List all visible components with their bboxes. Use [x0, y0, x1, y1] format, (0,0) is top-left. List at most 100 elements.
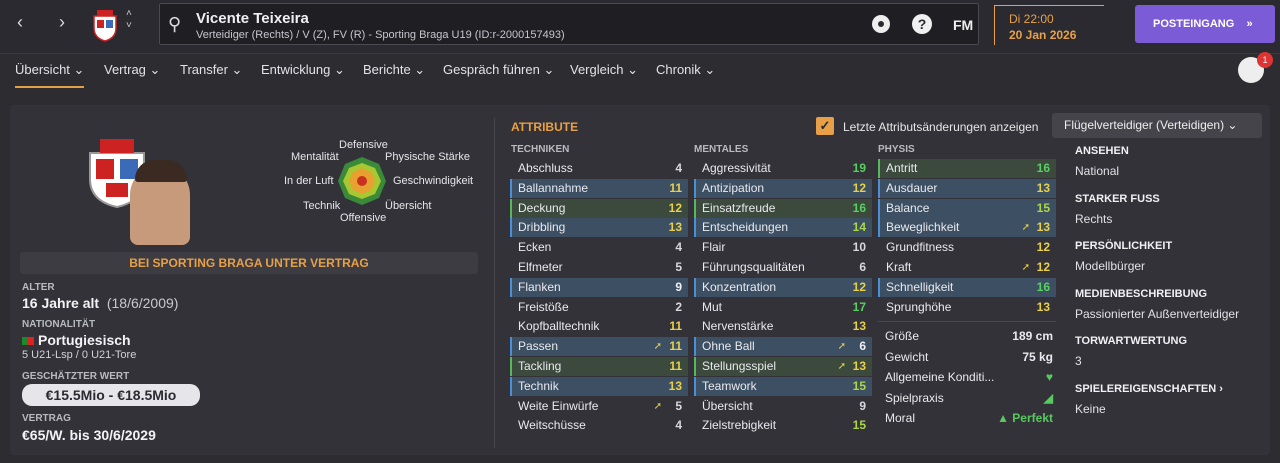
- show-changes-checkbox[interactable]: ✓: [816, 117, 834, 135]
- attribute-row-mental[interactable]: Antizipation 12: [694, 178, 872, 198]
- attribute-value: 13: [852, 319, 866, 334]
- help-icon[interactable]: ?: [912, 14, 932, 34]
- attribute-row-technik[interactable]: Tackling 11: [510, 357, 688, 376]
- radar-label-defensive: Defensive: [339, 139, 388, 151]
- trend-up-icon: ➚: [653, 341, 662, 353]
- trend-up-icon: ➚: [1021, 262, 1030, 273]
- attribute-value: 13: [668, 378, 682, 393]
- attribute-name: Ausdauer: [886, 180, 938, 195]
- attribute-row-technik[interactable]: Passen 11 ➚: [510, 337, 688, 357]
- tab-reports[interactable]: Berichte ⌄: [363, 62, 425, 78]
- info-value: Modellbürger: [1075, 259, 1146, 274]
- attribute-row-technik[interactable]: Abschluss 4: [510, 159, 688, 178]
- attribute-row-physis[interactable]: Ausdauer 13: [878, 178, 1056, 198]
- tab-contract[interactable]: Vertrag ⌄: [104, 62, 160, 78]
- back-icon[interactable]: ‹: [10, 12, 30, 33]
- attribute-row-physis[interactable]: Antritt 16: [878, 159, 1056, 178]
- ball-icon[interactable]: [871, 14, 891, 34]
- info-heading[interactable]: SPIELEREIGENSCHAFTEN ›: [1075, 383, 1223, 395]
- attribute-row-mental[interactable]: Nervenstärke 13: [694, 317, 872, 336]
- attribute-row-mental[interactable]: Übersicht 9: [694, 397, 872, 416]
- attribute-row-mental[interactable]: Entscheidungen 14: [694, 218, 872, 238]
- player-name: Vicente Teixeira: [196, 10, 309, 27]
- info-value: 3: [1075, 354, 1082, 369]
- tab-talk[interactable]: Gespräch führen ⌄: [443, 62, 554, 78]
- attribute-name: Elfmeter: [518, 260, 563, 274]
- attribute-row-physis[interactable]: Sprunghöhe 13: [878, 298, 1056, 317]
- attribute-value: 5: [675, 398, 682, 413]
- notification-badge: 1: [1257, 52, 1273, 68]
- attribute-row-technik[interactable]: Ballannahme 11: [510, 178, 688, 198]
- club-crest-icon[interactable]: [92, 8, 118, 42]
- tab-compare[interactable]: Vergleich ⌄: [570, 62, 638, 78]
- attribute-row-technik[interactable]: Technik 13: [510, 376, 688, 396]
- attribute-row-mental[interactable]: Einsatzfreude 16: [694, 198, 872, 218]
- attribute-row-technik[interactable]: Elfmeter 5: [510, 258, 688, 277]
- nationality-value[interactable]: Portugiesisch: [22, 332, 131, 348]
- attribute-name: Flanken: [518, 279, 561, 294]
- attribute-name: Flair: [702, 240, 726, 255]
- attribute-name: Kopfballtechnik: [518, 319, 600, 334]
- attribute-row-technik[interactable]: Deckung 12: [510, 198, 688, 218]
- radar-label-technique: Technik: [303, 200, 341, 212]
- nationality-label: NATIONALITÄT: [22, 319, 96, 330]
- attribute-value: 13: [1036, 299, 1050, 314]
- player-search-box[interactable]: ⚲ Vicente Teixeira Verteidiger (Rechts) …: [159, 3, 979, 45]
- attribute-name: Technik: [518, 378, 559, 393]
- attribute-row-mental[interactable]: Führungsqualitäten 6: [694, 258, 872, 277]
- physical-info-label: Größe: [885, 329, 920, 343]
- role-select[interactable]: Flügelverteidiger (Verteidigen) ⌄: [1052, 113, 1262, 138]
- attribute-value: 10: [852, 240, 866, 255]
- attribute-row-mental[interactable]: Aggressivität 19: [694, 159, 872, 178]
- attribute-row-technik[interactable]: Kopfballtechnik 11: [510, 317, 688, 336]
- attribute-row-mental[interactable]: Teamwork 15: [694, 376, 872, 396]
- attribute-row-technik[interactable]: Dribbling 13: [510, 218, 688, 238]
- attribute-row-physis[interactable]: Kraft 12 ➚: [878, 258, 1056, 277]
- attribute-name: Abschluss: [518, 161, 573, 175]
- attribute-value: 16: [1036, 279, 1050, 294]
- attribute-name: Freistöße: [518, 299, 569, 314]
- attribute-row-physis[interactable]: Balance 15: [878, 198, 1056, 218]
- fm-logo[interactable]: FM: [953, 17, 973, 33]
- attribute-name: Balance: [886, 200, 930, 215]
- attribute-row-technik[interactable]: Weitschüsse 4: [510, 416, 688, 435]
- search-icon[interactable]: ⚲: [168, 14, 181, 35]
- trend-up-icon: ➚: [1021, 222, 1030, 234]
- player-hair: [135, 160, 187, 182]
- physical-info-value: 189 cm: [1012, 329, 1053, 343]
- attribute-name: Antritt: [886, 161, 918, 175]
- top-bar: ‹ › ˄ ˅ ⚲ Vicente Teixeira Verteidiger (R…: [0, 0, 1280, 54]
- attribute-row-technik[interactable]: Flanken 9: [510, 277, 688, 297]
- player-description: Verteidiger (Rechts) / V (Z), FV (R) - S…: [196, 29, 565, 41]
- attribute-name: Führungsqualitäten: [702, 260, 805, 274]
- attribute-row-technik[interactable]: Weite Einwürfe 5 ➚: [510, 397, 688, 416]
- attribute-row-technik[interactable]: Freistöße 2: [510, 298, 688, 317]
- tab-overview[interactable]: Übersicht ⌄: [15, 62, 85, 88]
- attribute-name: Entscheidungen: [702, 220, 789, 235]
- up-down-icon[interactable]: ˄ ˅: [126, 8, 132, 32]
- attribute-row-mental[interactable]: Flair 10: [694, 238, 872, 257]
- age-label: ALTER: [22, 282, 55, 293]
- attribute-row-mental[interactable]: Stellungsspiel 13 ➚: [694, 357, 872, 376]
- panel-divider: [494, 118, 495, 448]
- date-display[interactable]: Di 22:00 20 Jan 2026: [994, 5, 1104, 45]
- attribute-row-physis[interactable]: Schnelligkeit 16: [878, 277, 1056, 297]
- attribute-row-mental[interactable]: Ohne Ball 6 ➚: [694, 337, 872, 357]
- attribute-row-mental[interactable]: Mut 17: [694, 298, 872, 317]
- attribute-value: 17: [852, 299, 866, 314]
- inbox-button[interactable]: POSTEINGANG »: [1135, 5, 1275, 43]
- physical-info-row: Gewicht 75 kg: [885, 347, 1053, 367]
- attribute-row-technik[interactable]: Ecken 4: [510, 238, 688, 257]
- value-pill[interactable]: €15.5Mio - €18.5Mio: [22, 384, 200, 406]
- forward-icon[interactable]: ›: [52, 12, 72, 33]
- tab-history[interactable]: Chronik ⌄: [656, 62, 715, 78]
- attribute-row-physis[interactable]: Grundfitness 12: [878, 238, 1056, 257]
- show-changes-label[interactable]: Letzte Attributsänderungen anzeigen: [843, 120, 1038, 134]
- tab-transfer[interactable]: Transfer ⌄: [180, 62, 242, 78]
- attribute-name: Stellungsspiel: [702, 359, 777, 373]
- attribute-value: 19: [852, 161, 866, 175]
- tab-development[interactable]: Entwicklung ⌄: [261, 62, 345, 78]
- attribute-row-mental[interactable]: Zielstrebigkeit 15: [694, 416, 872, 435]
- attribute-row-physis[interactable]: Beweglichkeit 13 ➚: [878, 218, 1056, 238]
- attribute-row-mental[interactable]: Konzentration 12: [694, 277, 872, 297]
